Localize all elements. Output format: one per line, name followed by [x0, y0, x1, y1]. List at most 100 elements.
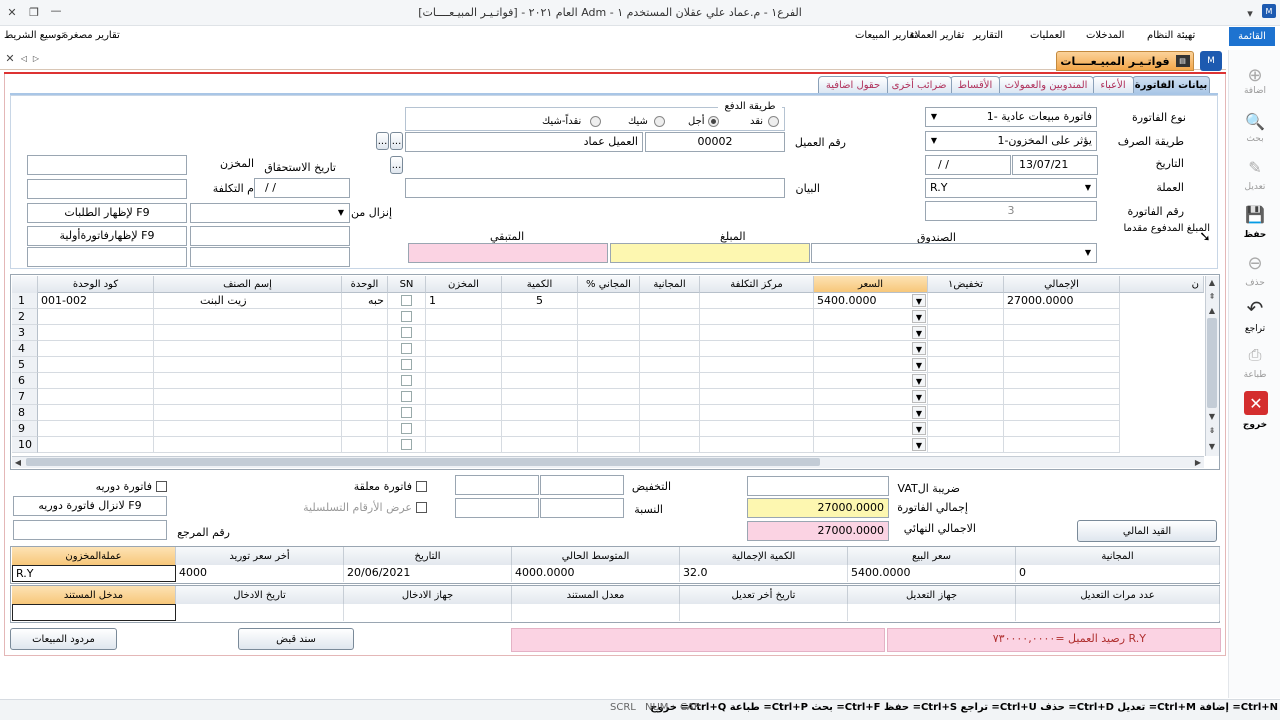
currency-select[interactable]: R.Y ▼	[925, 178, 1097, 198]
grid-cell-free[interactable]	[640, 389, 700, 405]
search-icon[interactable]: 🔍	[1242, 110, 1268, 132]
col-header-store[interactable]: المخزن	[426, 276, 502, 293]
payment-check-radio[interactable]	[654, 116, 665, 127]
grid-cell-total[interactable]	[1004, 421, 1120, 437]
menu-item-main[interactable]: القائمة	[1229, 27, 1275, 46]
grid-cell-sn[interactable]	[388, 437, 426, 453]
periodic-invoice-hint[interactable]: F9 لانزال فاتورة دوريه	[13, 496, 167, 516]
show-orders-field[interactable]: F9 لإظهار الطلبات	[27, 203, 187, 223]
grid-cell-store[interactable]	[426, 437, 502, 453]
grid-cell-name[interactable]	[154, 341, 342, 357]
date-secondary-input[interactable]: / /	[925, 155, 1011, 175]
sn-checkbox[interactable]	[401, 375, 412, 386]
sn-checkbox[interactable]	[401, 311, 412, 322]
grid-cell-free[interactable]	[640, 405, 700, 421]
menu-item-inputs[interactable]: المدخلات	[1086, 30, 1124, 41]
grid-cell-price[interactable]: ▼	[814, 389, 928, 405]
grid-cell-price[interactable]: ▼	[814, 373, 928, 389]
grid-cell-code[interactable]	[38, 309, 154, 325]
grid-cell-total[interactable]: 27000.0000	[1004, 293, 1120, 309]
scroll-bottom-icon[interactable]: ▼	[1206, 440, 1218, 452]
grid-cell-code[interactable]	[38, 373, 154, 389]
chevron-down-icon[interactable]: ▼	[912, 342, 926, 355]
row-number[interactable]: 6	[12, 373, 38, 389]
show-prelim-field[interactable]: F9 لإظهارفاتورةأولية	[27, 226, 187, 246]
pending-invoice-checkbox[interactable]	[416, 481, 427, 492]
col-header-item-name[interactable]: إسم الصنف	[154, 276, 342, 293]
grid-cell-unit[interactable]: حبه	[342, 293, 388, 309]
grid-cell-disc[interactable]	[928, 389, 1004, 405]
grid-cell-free[interactable]	[640, 373, 700, 389]
sn-checkbox[interactable]	[401, 391, 412, 402]
grid-cell-cost_center[interactable]	[700, 421, 814, 437]
col-header-qty[interactable]: الكمية	[502, 276, 578, 293]
grid-cell-store[interactable]	[426, 309, 502, 325]
h-scroll-thumb[interactable]	[26, 458, 820, 466]
scroll-right-icon[interactable]: ▶	[1192, 456, 1204, 468]
grid-cell-name[interactable]	[154, 421, 342, 437]
menu-item-sales-reports[interactable]: تقارير المبيعات	[855, 30, 917, 41]
grid-cell-free[interactable]	[640, 421, 700, 437]
save-icon[interactable]: 💾	[1242, 202, 1268, 226]
grid-cell-name[interactable]: زيت البنت	[154, 293, 342, 309]
box-select[interactable]: ▼	[811, 243, 1097, 263]
grid-cell-disc[interactable]	[928, 325, 1004, 341]
scroll-page-up-icon[interactable]: ⇞	[1206, 290, 1218, 302]
customer-lookup-button[interactable]: ...	[390, 132, 403, 150]
ratio-extra-input[interactable]	[455, 498, 539, 518]
grid-cell-qty[interactable]	[502, 341, 578, 357]
grid-cell-code[interactable]	[38, 405, 154, 421]
chevron-down-icon[interactable]: ▼	[912, 374, 926, 387]
grid-cell-store[interactable]	[426, 357, 502, 373]
grid-cell-price[interactable]: ▼	[814, 357, 928, 373]
grid-cell-store[interactable]	[426, 405, 502, 421]
invoice-total-input[interactable]: 27000.0000	[747, 498, 889, 518]
scroll-down-icon[interactable]: ▼	[1206, 410, 1218, 422]
grid-cell-free_pct[interactable]	[578, 293, 640, 309]
grid-cell-total[interactable]	[1004, 373, 1120, 389]
store-input[interactable]	[27, 155, 187, 175]
chevron-down-icon[interactable]: ▼	[912, 294, 926, 307]
close-window-icon[interactable]: ✕	[4, 4, 20, 20]
sn-checkbox[interactable]	[401, 407, 412, 418]
grid-cell-code[interactable]	[38, 341, 154, 357]
left-extra-input-2[interactable]	[27, 247, 187, 267]
grid-cell-free[interactable]	[640, 437, 700, 453]
grid-cell-free[interactable]	[640, 341, 700, 357]
grid-cell-disc[interactable]	[928, 405, 1004, 421]
grid-cell-disc[interactable]	[928, 341, 1004, 357]
menu-item-operations[interactable]: العمليات	[1030, 30, 1065, 41]
cost-center-input[interactable]	[27, 179, 187, 199]
tab-salesmen[interactable]: المندوبين والعمولات	[998, 76, 1094, 94]
grid-cell-price[interactable]: ▼	[814, 437, 928, 453]
tab-invoice-data[interactable]: بيانات الفاتورة	[1132, 76, 1210, 94]
download-from-select[interactable]: ▼	[190, 203, 350, 223]
invoice-number-input[interactable]: 3	[925, 201, 1097, 221]
grid-cell-sn[interactable]	[388, 325, 426, 341]
minimize-window-icon[interactable]: —	[48, 2, 64, 18]
grid-cell-unit[interactable]	[342, 421, 388, 437]
col-header-price[interactable]: السعر	[814, 276, 928, 293]
remaining-input[interactable]	[408, 243, 608, 263]
col-header-cost-center[interactable]: مركز التكلفة	[700, 276, 814, 293]
grid-cell-unit[interactable]	[342, 357, 388, 373]
chevron-down-icon[interactable]: ▼	[912, 390, 926, 403]
scroll-up-icon[interactable]: ▲	[1206, 304, 1218, 316]
menu-item-expand-ribbon[interactable]: توسيع الشريط	[4, 30, 64, 41]
scroll-left-icon[interactable]: ◀	[12, 456, 24, 468]
row-number[interactable]: 3	[12, 325, 38, 341]
grid-cell-cost_center[interactable]	[700, 293, 814, 309]
row-number[interactable]: 10	[12, 437, 38, 453]
grid-cell-unit[interactable]	[342, 437, 388, 453]
sn-checkbox[interactable]	[401, 359, 412, 370]
grid-cell-total[interactable]	[1004, 389, 1120, 405]
grid-cell-name[interactable]	[154, 357, 342, 373]
final-total-input[interactable]: 27000.0000	[747, 521, 889, 541]
undo-icon[interactable]: ↶	[1242, 296, 1268, 320]
grid-cell-free[interactable]	[640, 325, 700, 341]
grid-cell-cost_center[interactable]	[700, 389, 814, 405]
date-input[interactable]: 13/07/21	[1012, 155, 1098, 175]
grid-cell-qty[interactable]	[502, 309, 578, 325]
grid-cell-disc[interactable]	[928, 373, 1004, 389]
col-header-total[interactable]: الإجمالي	[1004, 276, 1120, 293]
